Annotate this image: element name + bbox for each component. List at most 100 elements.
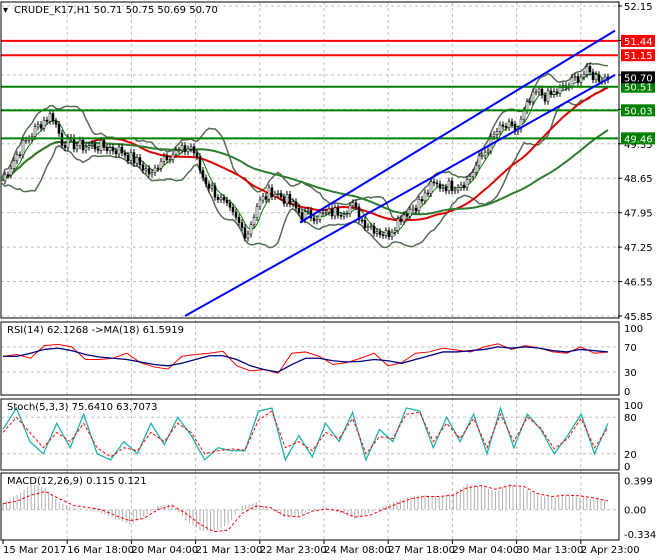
candle-body: [447, 180, 451, 192]
candle-body: [573, 76, 577, 78]
candle-body: [267, 187, 271, 200]
candle-body: [12, 160, 16, 169]
price-tick-label: 48.65: [624, 174, 653, 185]
stoch-tick-label: 80: [624, 413, 637, 424]
candle-body: [225, 199, 229, 204]
candle-body: [291, 201, 295, 205]
macd-signal-line: [2, 485, 609, 533]
candle-body: [450, 180, 454, 191]
stoch-label: Stoch(5,3,3) 75.6410 63.7073: [7, 402, 158, 413]
candle-body: [477, 155, 481, 166]
candle-body: [258, 199, 262, 207]
stoch-tick-label: 0: [624, 462, 630, 473]
candle-body: [321, 212, 325, 214]
candle-body: [135, 157, 139, 164]
level-label: 51.15: [624, 51, 653, 62]
candle-body: [510, 121, 514, 125]
time-label: 22 Mar 23:00: [260, 545, 327, 556]
candle-body: [366, 226, 370, 228]
candle-body: [306, 210, 310, 212]
candle-body: [264, 196, 268, 200]
candle-body: [417, 199, 421, 212]
candle-body: [102, 140, 106, 148]
candle-body: [222, 197, 226, 201]
candle-body: [492, 134, 496, 137]
candle-body: [594, 74, 598, 80]
candle-body: [486, 150, 490, 153]
candle-body: [348, 205, 352, 214]
channel-upper: [299, 29, 616, 224]
price-tick-label: 45.85: [624, 312, 653, 323]
candle-body: [399, 218, 403, 222]
candle-body: [483, 151, 487, 156]
rsi-tick-label: 100: [624, 324, 643, 335]
candle-body: [171, 154, 175, 160]
candle-body: [393, 230, 397, 233]
candle-body: [534, 91, 538, 94]
price-tick-label: 52.15: [624, 2, 653, 13]
candle-body: [471, 172, 475, 177]
candle-body: [87, 145, 91, 148]
candle-body: [33, 126, 37, 137]
candle-body: [498, 124, 502, 132]
candle-body: [369, 225, 373, 228]
candle-body: [261, 196, 265, 201]
candle-body: [150, 172, 154, 175]
candle-body: [363, 219, 367, 228]
candle-body: [540, 88, 544, 96]
candle-body: [54, 120, 58, 125]
candle-body: [45, 119, 49, 122]
chart-window: 15 Mar 2017 16 Mar 18:00 20 Mar 04:00 21 Ma…: [0, 0, 660, 560]
candle-body: [90, 143, 94, 146]
candle-body: [336, 207, 340, 216]
candle-body: [198, 156, 202, 171]
candle-body: [81, 139, 85, 151]
candle-body: [162, 155, 166, 162]
dropdown-triangle-icon[interactable]: ▾: [3, 5, 8, 16]
candle-body: [210, 185, 214, 189]
candle-body: [147, 168, 151, 175]
candle-body: [279, 193, 283, 198]
main-price-panel: [1, 29, 618, 317]
candle-body: [204, 177, 208, 185]
candle-body: [249, 224, 253, 235]
candle-body: [459, 184, 463, 188]
candle-body: [570, 77, 574, 87]
time-label: 24 Mar 08:00: [324, 545, 391, 556]
candle-body: [24, 139, 28, 142]
time-label: 29 Mar 04:00: [452, 545, 519, 556]
candle-body: [180, 145, 184, 151]
candle-body: [411, 207, 415, 210]
macd-tick-label: 0.00: [624, 506, 646, 517]
candle-body: [462, 184, 466, 188]
candle-body: [153, 167, 157, 173]
candle-body: [231, 207, 235, 213]
candle-body: [435, 182, 439, 185]
candle-body: [270, 187, 274, 197]
candle-body: [36, 124, 40, 128]
candle-body: [414, 207, 418, 212]
candle-body: [213, 185, 217, 198]
candle-body: [444, 187, 448, 192]
candle-body: [378, 231, 382, 235]
candle-body: [240, 222, 244, 228]
candle-body: [420, 199, 424, 202]
candle-body: [141, 164, 145, 171]
candle-body: [339, 215, 343, 217]
level-label: 50.03: [624, 106, 653, 117]
candle-body: [495, 131, 499, 135]
candle-body: [159, 161, 163, 169]
candle-body: [285, 194, 289, 204]
time-label: 27 Mar 18:00: [388, 545, 455, 556]
candle-body: [237, 217, 241, 223]
level-label: 51.44: [624, 37, 653, 48]
candle-body: [15, 154, 19, 161]
candle-body: [468, 176, 472, 180]
candle-body: [585, 66, 589, 75]
stoch-tick-label: 100: [624, 401, 643, 412]
candle-body: [387, 230, 391, 237]
candle-body: [441, 187, 445, 189]
candle-body: [375, 231, 379, 234]
candle-body: [186, 148, 190, 153]
candle-body: [333, 207, 337, 217]
